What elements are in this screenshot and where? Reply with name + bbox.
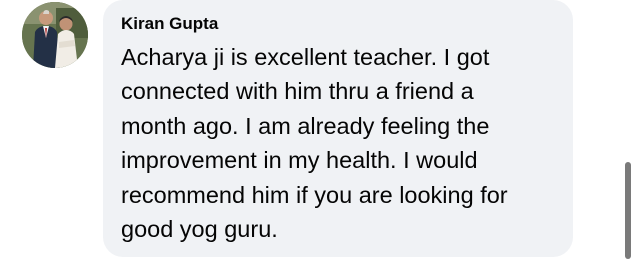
avatar[interactable] — [22, 2, 88, 68]
scrollbar-thumb[interactable] — [625, 162, 631, 259]
comment-text: Acharya ji is excellent teacher. I got c… — [121, 44, 508, 243]
comment-author-name[interactable]: Kiran Gupta — [121, 13, 555, 35]
profile-photo — [22, 2, 88, 68]
comment-row: Kiran Gupta Acharya ji is excellent teac… — [0, 0, 640, 259]
comment-bubble: Kiran Gupta Acharya ji is excellent teac… — [103, 0, 573, 257]
